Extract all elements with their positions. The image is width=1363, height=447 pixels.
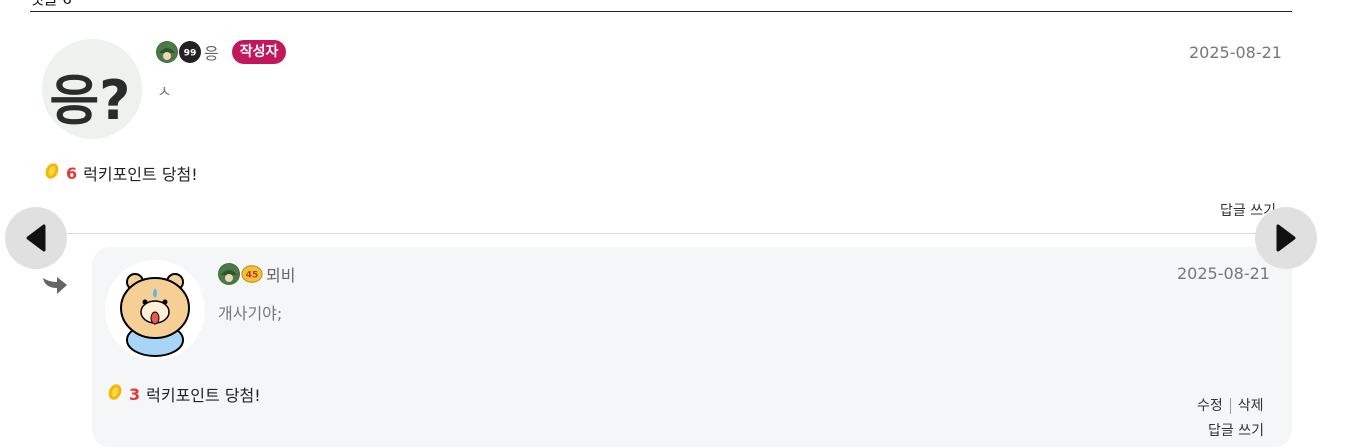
lucky-point-text: 럭키포인트 당첨! (146, 386, 261, 405)
avatar-text: 응? (49, 69, 130, 132)
lucky-point-row: 6 럭키포인트 당첨! (44, 161, 198, 185)
header-divider (30, 11, 1292, 12)
reply-avatar[interactable] (105, 260, 205, 360)
lucky-point-number: 6 (66, 163, 78, 183)
comment-divider (67, 233, 1289, 234)
lucky-point-text: 럭키포인트 당첨! (83, 165, 198, 184)
army-helmet-icon (156, 41, 178, 63)
svg-text:99: 99 (184, 48, 197, 59)
delete-button[interactable]: 삭제 (1238, 398, 1264, 414)
reply-author-row: 45 뫼비 (218, 262, 295, 286)
comment-author-name[interactable]: 응 (204, 40, 219, 64)
bear-avatar-image (105, 260, 205, 360)
army-helmet-icon (218, 263, 240, 285)
next-button[interactable] (1255, 207, 1317, 269)
triangle-left-icon (26, 224, 46, 252)
reply-write-link[interactable]: 답글 쓰기 (1208, 420, 1264, 440)
prev-button[interactable] (5, 207, 67, 269)
reply-author-name[interactable]: 뫼비 (266, 262, 295, 286)
coin-icon (107, 383, 123, 405)
comment-text: ㅅ (157, 82, 172, 101)
avatar[interactable]: 응? (42, 39, 142, 139)
reply-lucky-point-row: 3 럭키포인트 당첨! (107, 382, 261, 406)
reply-actions: 수정 삭제 (1197, 395, 1264, 415)
reply-text: 개사기야; (218, 304, 283, 323)
comment-date: 2025-08-21 (1189, 43, 1282, 62)
level-badge-icon: 99 (179, 41, 201, 63)
comment-count-label: 댓글 6 (30, 0, 72, 9)
lucky-point-number: 3 (129, 384, 141, 404)
avatar-image: 응? (42, 39, 142, 139)
coin-icon (44, 162, 60, 184)
level-badge-icon: 45 (241, 263, 263, 285)
author-badge: 작성자 (231, 40, 287, 64)
comment-author-row: 99 응 작성자 (156, 40, 287, 64)
edit-button[interactable]: 수정 (1197, 398, 1223, 414)
svg-text:45: 45 (246, 270, 259, 281)
reply-arrow-icon (41, 274, 69, 300)
triangle-right-icon (1276, 224, 1296, 252)
action-separator (1229, 398, 1231, 414)
reply-date: 2025-08-21 (1177, 264, 1270, 283)
